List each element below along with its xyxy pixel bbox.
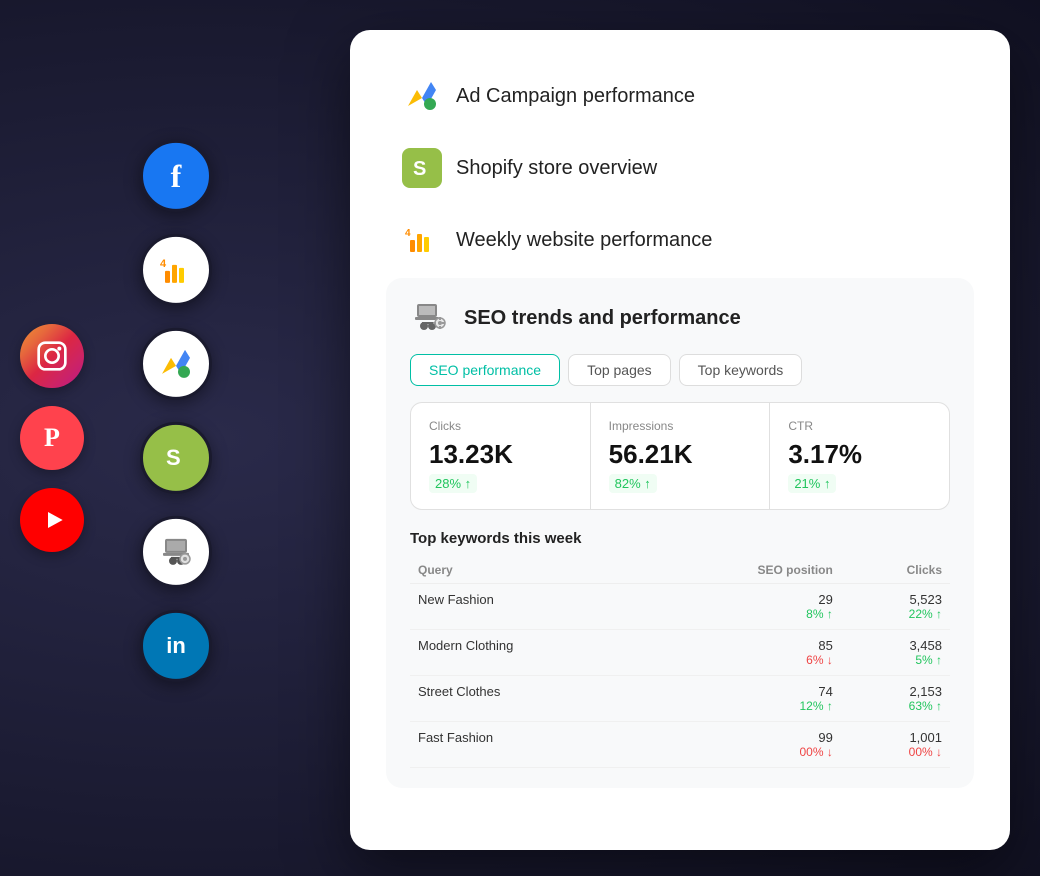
seo-section: SEO trends and performance SEO performan…: [386, 278, 974, 788]
social-icons-col1: P: [20, 324, 84, 552]
query-cell: Fast Fashion: [410, 722, 647, 768]
seo-section-icon: [410, 298, 450, 338]
svg-text:4: 4: [405, 228, 411, 239]
svg-text:4: 4: [160, 258, 167, 270]
seo-position-cell: 856% ↓: [647, 630, 841, 676]
impressions-value: 56.21K: [609, 439, 752, 470]
table-row: Modern Clothing856% ↓3,4585% ↑: [410, 630, 950, 676]
table-row: New Fashion298% ↑5,52322% ↑: [410, 584, 950, 630]
google-ads-menu-icon: [402, 76, 442, 116]
query-cell: Street Clothes: [410, 676, 647, 722]
patreon-icon[interactable]: P: [20, 406, 84, 470]
main-card: Ad Campaign performance S Shopify store …: [350, 30, 1010, 850]
facebook-icon[interactable]: f: [140, 140, 212, 212]
databox-menu-icon: 4: [402, 220, 442, 260]
query-cell: New Fashion: [410, 584, 647, 630]
shopify-icon[interactable]: S: [140, 422, 212, 494]
social-icons-col2: f 4 S: [140, 140, 212, 682]
svg-text:S: S: [413, 158, 426, 180]
seo-tool-icon[interactable]: [140, 516, 212, 588]
clicks-change: 28% ↑: [429, 474, 477, 493]
instagram-icon[interactable]: [20, 324, 84, 388]
tab-top-pages[interactable]: Top pages: [568, 354, 671, 386]
svg-text:S: S: [166, 445, 181, 470]
col-query: Query: [410, 557, 647, 584]
col-clicks: Clicks: [841, 557, 950, 584]
clicks-cell: 3,4585% ↑: [841, 630, 950, 676]
impressions-label: Impressions: [609, 419, 752, 433]
keywords-table-title: Top keywords this week: [410, 530, 950, 547]
menu-item-weekly[interactable]: 4 Weekly website performance: [386, 206, 974, 274]
seo-tabs: SEO performance Top pages Top keywords: [410, 354, 950, 386]
linkedin-icon[interactable]: in: [140, 610, 212, 682]
tab-seo-performance[interactable]: SEO performance: [410, 354, 560, 386]
clicks-cell: 1,00100% ↓: [841, 722, 950, 768]
keywords-table: Query SEO position Clicks New Fashion298…: [410, 557, 950, 768]
ctr-label: CTR: [788, 419, 931, 433]
impressions-change: 82% ↑: [609, 474, 657, 493]
ctr-value: 3.17%: [788, 439, 931, 470]
metric-impressions: Impressions 56.21K 82% ↑: [591, 403, 770, 509]
metric-clicks: Clicks 13.23K 28% ↑: [411, 403, 590, 509]
ad-campaign-label: Ad Campaign performance: [456, 85, 695, 108]
clicks-value: 13.23K: [429, 439, 572, 470]
table-row: Street Clothes7412% ↑2,15363% ↑: [410, 676, 950, 722]
shopify-menu-icon: S: [402, 148, 442, 188]
seo-position-cell: 7412% ↑: [647, 676, 841, 722]
table-row: Fast Fashion9900% ↓1,00100% ↓: [410, 722, 950, 768]
menu-item-shopify[interactable]: S Shopify store overview: [386, 134, 974, 202]
metric-ctr: CTR 3.17% 21% ↑: [770, 403, 949, 509]
metrics-row: Clicks 13.23K 28% ↑ Impressions 56.21K 8…: [410, 402, 950, 510]
tab-top-keywords[interactable]: Top keywords: [679, 354, 803, 386]
weekly-label: Weekly website performance: [456, 229, 712, 252]
clicks-label: Clicks: [429, 419, 572, 433]
query-cell: Modern Clothing: [410, 630, 647, 676]
google-ads-icon[interactable]: [140, 328, 212, 400]
seo-position-cell: 9900% ↓: [647, 722, 841, 768]
databox-icon[interactable]: 4: [140, 234, 212, 306]
youtube-icon[interactable]: [20, 488, 84, 552]
ctr-change: 21% ↑: [788, 474, 836, 493]
clicks-cell: 2,15363% ↑: [841, 676, 950, 722]
clicks-cell: 5,52322% ↑: [841, 584, 950, 630]
menu-item-ad-campaign[interactable]: Ad Campaign performance: [386, 62, 974, 130]
seo-section-title: SEO trends and performance: [464, 307, 741, 330]
col-seo-position: SEO position: [647, 557, 841, 584]
shopify-label: Shopify store overview: [456, 157, 657, 180]
seo-section-header: SEO trends and performance: [410, 298, 950, 338]
seo-position-cell: 298% ↑: [647, 584, 841, 630]
